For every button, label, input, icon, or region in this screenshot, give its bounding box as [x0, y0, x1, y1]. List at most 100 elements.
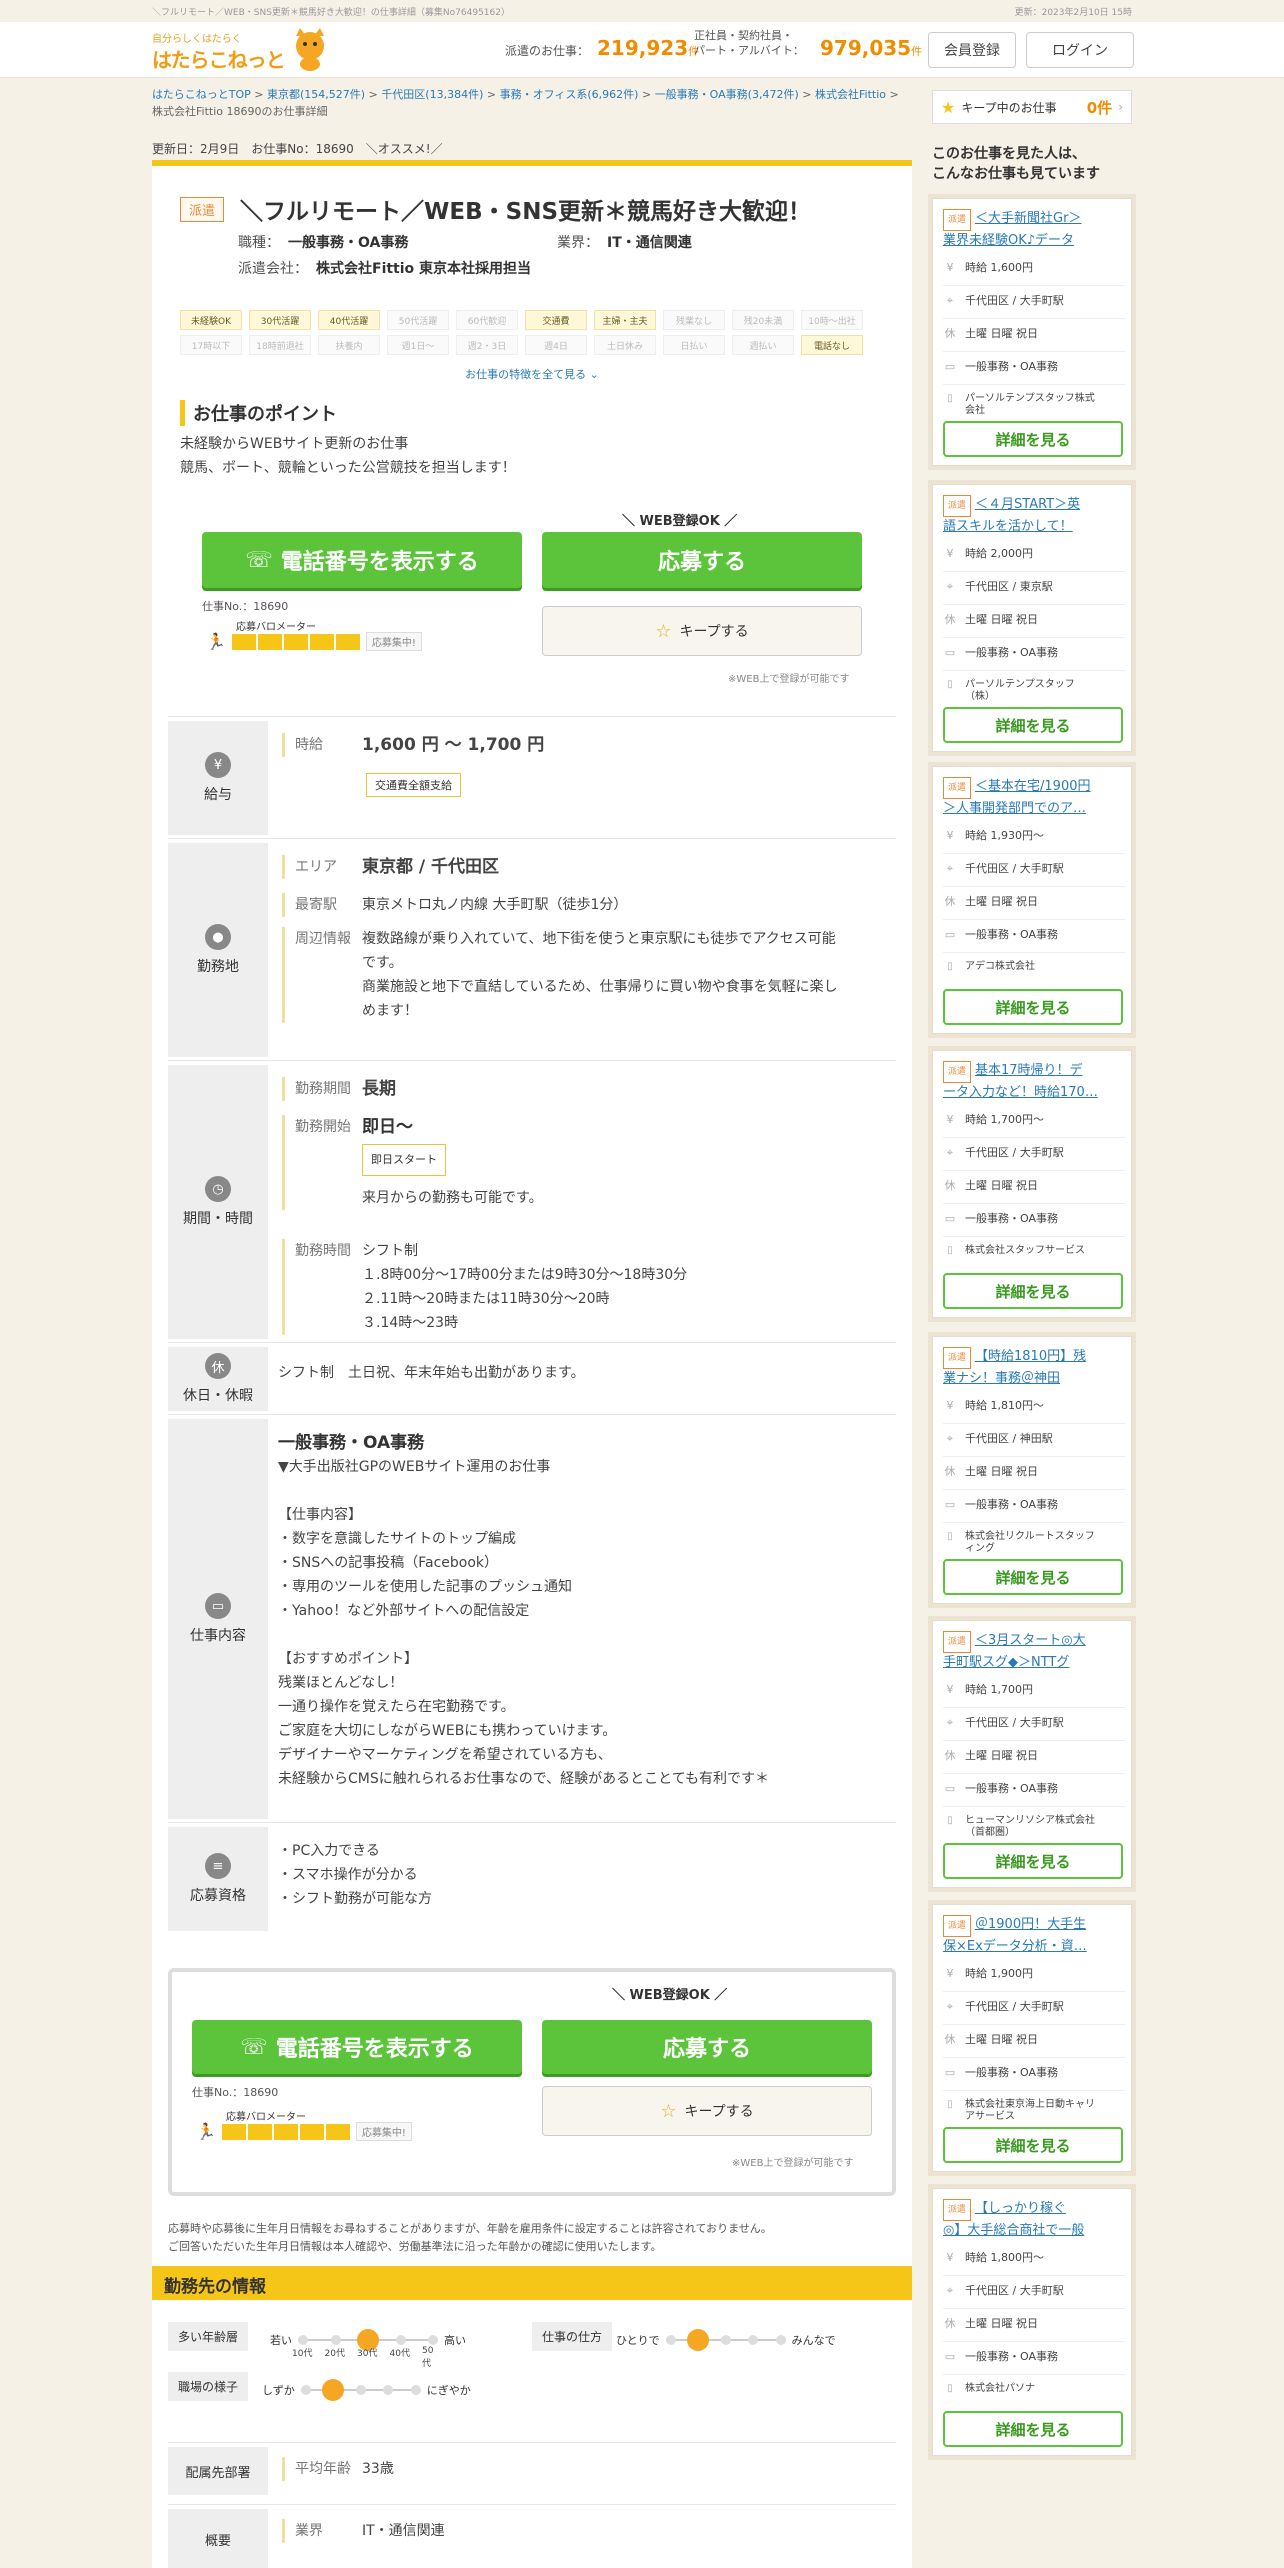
breadcrumb-office[interactable]: 事務・オフィス系(6,962件) — [500, 88, 639, 101]
related-job-card[interactable]: 派遣 ＠1900円！大手生 保×Exデータ分析・資… ¥ 時給 1,900円 ⌖ 千代田区 … — [932, 1904, 1132, 2172]
briefcase-icon: ▭ — [944, 2350, 956, 2363]
related-job-card[interactable]: 派遣 ＜大手新聞社Gr＞ 業界未経験OK♪データ ¥ 時給 1,600円 ⌖ 千代田区 / … — [932, 198, 1132, 466]
show-all-features-link[interactable]: お仕事の特徴を全て見る ⌄ — [152, 366, 912, 382]
web-note: ※WEB上で登録が可能です — [728, 674, 850, 685]
scale-dot — [720, 2335, 731, 2345]
age-tick: 40代 — [389, 2349, 410, 2359]
point-text: 未経験からWEBサイト更新のお仕事 競馬、ボート、競輪といった公営競技を担当しま… — [180, 436, 516, 476]
briefcase-icon: ▭ — [944, 360, 956, 373]
breadcrumb-chiyoda[interactable]: 千代田区(13,384件) — [381, 88, 483, 101]
detail-button[interactable]: 詳細を見る — [943, 1843, 1123, 1879]
related-job-title[interactable]: 派遣 ＠1900円！大手生 保×Exデータ分析・資… — [943, 1915, 1125, 1957]
holiday-icon: 休 — [944, 2033, 956, 2046]
detail-button[interactable]: 詳細を見る — [943, 1273, 1123, 1309]
cat-marker-icon — [687, 2329, 710, 2351]
related-job-card[interactable]: 派遣 【時給1810円】残 業ナシ！事務＠神田 ¥ 時給 1,810円～ ⌖ 千代田区 / … — [932, 1336, 1132, 1604]
briefcase-icon: ▭ — [944, 928, 956, 941]
barometer-segment — [283, 633, 308, 650]
login-button[interactable]: ログイン — [1026, 32, 1134, 68]
detail-button[interactable]: 詳細を見る — [943, 1559, 1123, 1595]
age-tick: 10代 — [292, 2349, 313, 2359]
haken-badge: 派遣 — [943, 777, 972, 799]
map-pin-icon: ⌖ — [946, 580, 954, 593]
salary-value: 1,600 円 ～ 1,700 円 — [362, 735, 545, 755]
holiday-icon: 休 — [944, 1179, 956, 1192]
location-heading: ● 勤務地 — [168, 843, 268, 1057]
related-job-title[interactable]: 派遣 ＜3月スタート◎大 手町駅スグ◆＞NTTグ — [943, 1631, 1125, 1673]
breadcrumb-tokyo[interactable]: 東京都(154,527件) — [267, 88, 365, 101]
haken-count: 219,923 — [597, 36, 689, 60]
haken-badge: 派遣 — [943, 209, 972, 231]
mood-scale: しずか にぎやか — [262, 2379, 471, 2401]
feature-chip: 土日休み — [594, 335, 656, 355]
related-job-title[interactable]: 派遣 【時給1810円】残 業ナシ！事務＠神田 — [943, 1347, 1125, 1389]
haken-badge: 派遣 — [943, 2199, 972, 2221]
related-job-card[interactable]: 派遣 ＜４月START＞英 語スキルを活かして！ ¥ 時給 2,000円 ⌖ 千代田区 / … — [932, 484, 1132, 752]
related-job-card[interactable]: 派遣 ＜基本在宅/1900円 ＞人事開発部門でのア… ¥ 時給 1,930円～ ⌖ 千代田区… — [932, 766, 1132, 1034]
breadcrumb-oa[interactable]: 一般事務・OA事務(3,472件) — [655, 88, 799, 101]
wage-row: ¥ 時給 1,810円～ — [943, 1399, 1125, 1424]
related-job-title[interactable]: 派遣 ＜大手新聞社Gr＞ 業界未経験OK♪データ — [943, 209, 1125, 251]
place-row: ⌖ 千代田区 / 大手町駅 — [943, 1146, 1125, 1171]
feature-chip: 50代活躍 — [387, 310, 449, 330]
barometer-segment — [221, 2123, 246, 2140]
keep-list-link[interactable]: ★ キープ中のお仕事 0件 › — [932, 90, 1132, 124]
related-job-card[interactable]: 派遣 【しっかり稼ぐ ◎】大手総合商社で一般 ¥ 時給 1,800円～ ⌖ 千代田区 / 大… — [932, 2188, 1132, 2456]
detail-button[interactable]: 詳細を見る — [943, 421, 1123, 457]
barometer-status: 応募集中! — [365, 632, 422, 651]
detail-button[interactable]: 詳細を見る — [943, 989, 1123, 1025]
holiday-row: 休土曜 日曜 祝日 — [943, 895, 1125, 920]
map-pin-icon: ⌖ — [946, 1146, 954, 1159]
feature-chip: 主婦・主夫 — [594, 310, 656, 330]
show-phone-button[interactable]: ☏ 電話番号を表示する — [202, 532, 522, 588]
register-button[interactable]: 会員登録 — [928, 32, 1016, 68]
detail-button[interactable]: 詳細を見る — [943, 707, 1123, 743]
related-job-title[interactable]: 派遣 【しっかり稼ぐ ◎】大手総合商社で一般 — [943, 2199, 1125, 2241]
apply-button[interactable]: 応募する — [542, 532, 862, 588]
yen-icon: ¥ — [946, 547, 954, 560]
scale-dot — [300, 2385, 311, 2395]
work-style-scale: ひとりで みんなで — [616, 2329, 836, 2351]
barometer-segment — [257, 633, 282, 650]
show-phone-button-bottom[interactable]: ☏ 電話番号を表示する — [192, 2020, 522, 2074]
age-scale-label: 多い年齢層 — [168, 2322, 249, 2351]
cta-box-bottom: ＼ WEB登録OK ／ ☏ 電話番号を表示する 応募する 仕事No.：18690 … — [168, 1968, 896, 2196]
last-updated: 更新：2023年2月10日 15時 — [1014, 8, 1132, 18]
related-job-title[interactable]: 派遣 ＜４月START＞英 語スキルを活かして！ — [943, 495, 1125, 537]
feature-chip: 60代歓迎 — [456, 310, 518, 330]
breadcrumb-top[interactable]: はたらこねっとTOP — [152, 88, 251, 101]
cat-mascot-icon — [296, 28, 324, 71]
related-job-title[interactable]: 派遣 ＜基本在宅/1900円 ＞人事開発部門でのア… — [943, 777, 1125, 819]
job-type-row: ▭ 一般事務・OA事務 — [943, 928, 1125, 953]
site-logo[interactable]: 自分らしくはたらく はたらこねっと — [152, 26, 332, 74]
holiday-icon: 休 — [205, 1353, 231, 1379]
building-icon: ▯ — [947, 1531, 953, 1542]
related-job-title[interactable]: 派遣 基本17時帰り！デ ータ入力など！時給170… — [943, 1061, 1125, 1103]
feature-chip: 週1日～ — [387, 335, 449, 355]
job-company: 派遣会社： 株式会社Fittio 東京本社採用担当 — [238, 261, 532, 277]
star-icon: ☆ — [655, 620, 672, 642]
related-job-card[interactable]: 派遣 ＜3月スタート◎大 手町駅スグ◆＞NTTグ ¥ 時給 1,700円 ⌖ 千代田区 / … — [932, 1620, 1132, 1888]
content-line: ▼大手出版社GPのWEBサイト運用のお仕事 — [278, 1459, 551, 1475]
keep-button[interactable]: ☆ キープする — [542, 606, 862, 656]
salary-heading: ¥ 給与 — [168, 721, 268, 835]
wage-row: ¥ 時給 1,700円～ — [943, 1113, 1125, 1138]
briefcase-icon: ▭ — [944, 2066, 956, 2079]
detail-button[interactable]: 詳細を見る — [943, 2411, 1123, 2447]
feature-chip: 残業なし — [663, 310, 725, 330]
holiday-icon: 休 — [944, 613, 956, 626]
department-row: 配属先部署 平均年齢 33歳 — [168, 2442, 896, 2498]
detail-button[interactable]: 詳細を見る — [943, 2127, 1123, 2163]
mood-scale-label: 職場の様子 — [168, 2372, 249, 2401]
breadcrumb-company[interactable]: 株式会社Fittio — [815, 88, 886, 101]
related-job-card[interactable]: 派遣 基本17時帰り！デ ータ入力など！時給170… ¥ 時給 1,700円～ ⌖ 千代田区… — [932, 1050, 1132, 1318]
barometer-segment — [325, 2123, 350, 2140]
yen-icon: ¥ — [946, 829, 954, 842]
transport-tag: 交通費全額支給 — [366, 773, 461, 797]
scale-dot — [395, 2335, 406, 2345]
age-tick: 30代 — [357, 2349, 378, 2359]
feature-chip: 30代活躍 — [249, 310, 311, 330]
keep-button-bottom[interactable]: ☆ キープする — [542, 2086, 872, 2136]
apply-button-bottom[interactable]: 応募する — [542, 2020, 872, 2074]
map-pin-icon: ⌖ — [946, 1432, 954, 1445]
